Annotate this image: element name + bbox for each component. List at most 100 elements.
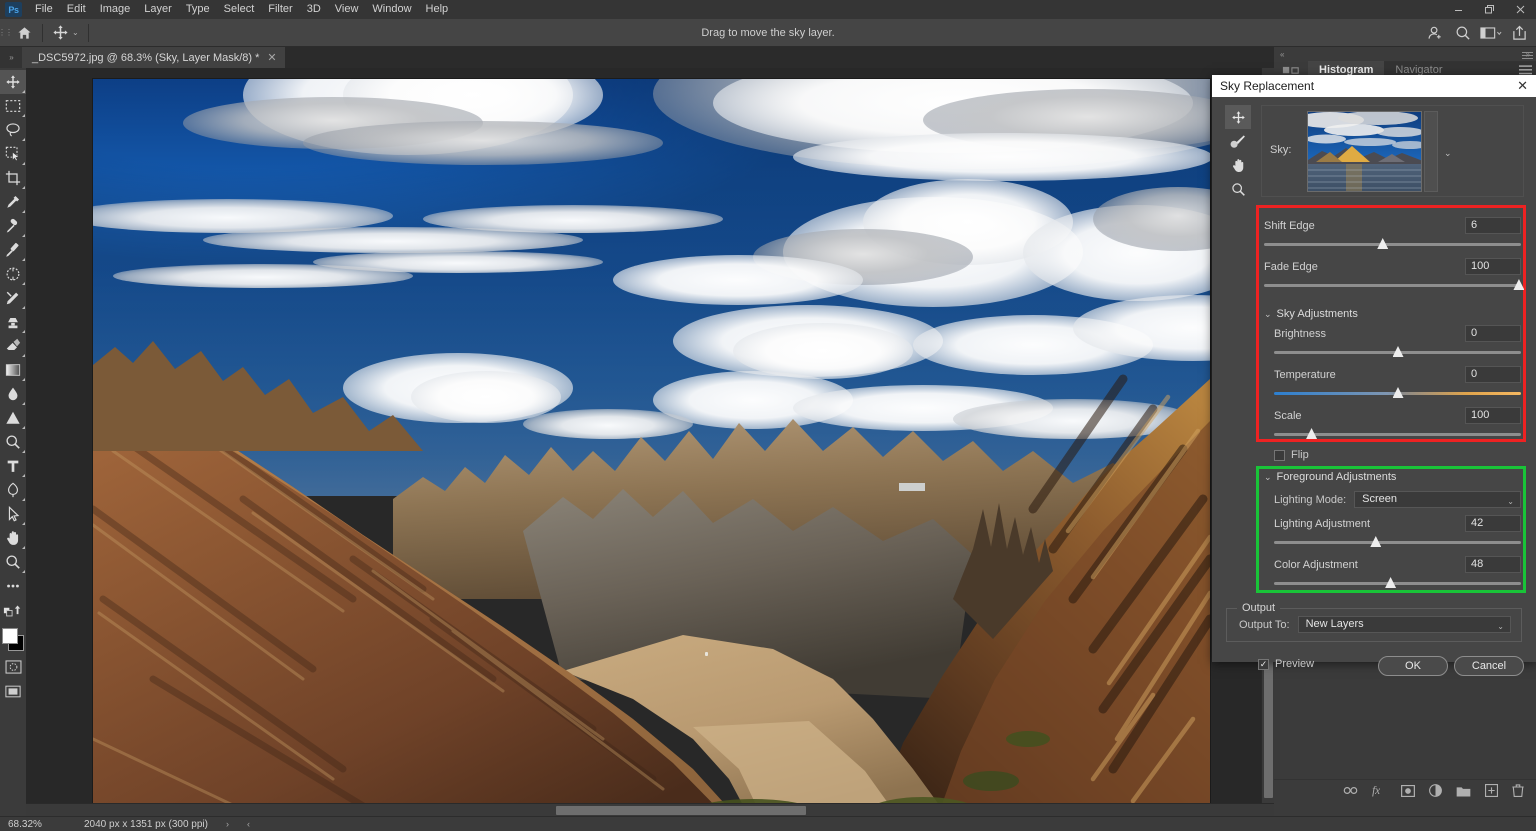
sky-move-tool[interactable] (1225, 105, 1251, 129)
restore-button[interactable] (1474, 0, 1505, 19)
sidebar-item-dodge-tool[interactable] (0, 406, 26, 430)
dock-collapse-bar[interactable]: « » (1274, 47, 1536, 61)
sidebar-item-path-selection-tool[interactable] (0, 502, 26, 526)
document-tab[interactable]: _DSC5972.jpg @ 68.3% (Sky, Layer Mask/8)… (22, 47, 286, 68)
sidebar-item-gradient-tool[interactable] (0, 358, 26, 382)
foreground-adjustments-chevron-icon[interactable]: ⌄ (1264, 472, 1272, 483)
shift-edge-value[interactable]: 6 (1465, 217, 1521, 234)
sidebar-item-patch-tool[interactable] (0, 262, 26, 286)
sky-preset-thumbnail[interactable] (1307, 111, 1422, 192)
default-colors-and-swap[interactable] (0, 598, 26, 622)
status-expand-caret-icon[interactable]: › (208, 819, 229, 829)
workspace-switcher-icon[interactable] (1478, 21, 1504, 45)
preview-row[interactable]: ✓ Preview (1258, 658, 1314, 670)
home-button[interactable] (10, 19, 38, 47)
menu-image[interactable]: Image (93, 0, 138, 19)
menu-view[interactable]: View (328, 0, 366, 19)
sky-adjustments-header[interactable]: ⌄ Sky Adjustments (1264, 308, 1521, 320)
document-canvas[interactable] (93, 79, 1210, 824)
lighting-adjustment-value[interactable]: 42 (1465, 515, 1521, 532)
screen-mode-button[interactable] (0, 679, 26, 703)
menu-select[interactable]: Select (217, 0, 262, 19)
temperature-slider[interactable] (1274, 386, 1521, 401)
canvas-horizontal-scrollbar[interactable] (26, 803, 1274, 816)
scale-value[interactable]: 100 (1465, 407, 1521, 424)
sidebar-item-clone-stamp-tool[interactable] (0, 310, 26, 334)
menu-file[interactable]: File (28, 0, 60, 19)
canvas-area[interactable] (26, 68, 1274, 816)
foreground-adjustments-header[interactable]: ⌄ Foreground Adjustments (1264, 471, 1521, 483)
sidebar-item-object-selection-tool[interactable] (0, 142, 26, 166)
sidebar-item-eraser-tool[interactable] (0, 334, 26, 358)
ok-button[interactable]: OK (1378, 656, 1448, 676)
sidebar-item-marquee-tool[interactable] (0, 94, 26, 118)
options-bar-grip[interactable]: ⋮⋮ (0, 19, 10, 47)
sky-preset-caret-icon[interactable]: ⌄ (1444, 148, 1452, 159)
menu-layer[interactable]: Layer (137, 0, 179, 19)
search-icon[interactable] (1450, 21, 1476, 45)
sidebar-item-lasso-tool[interactable] (0, 118, 26, 142)
output-to-select[interactable]: New Layers ⌄ (1298, 616, 1511, 633)
share-user-icon[interactable] (1422, 21, 1448, 45)
menu-edit[interactable]: Edit (60, 0, 93, 19)
sidebar-item-zoom-tool[interactable] (0, 550, 26, 574)
sky-preset-scrollbar[interactable] (1424, 111, 1438, 192)
temperature-value[interactable]: 0 (1465, 366, 1521, 383)
collapse-left-icon[interactable]: « (1280, 50, 1284, 59)
new-layer-icon[interactable] (1485, 784, 1498, 797)
fade-edge-value[interactable]: 100 (1465, 258, 1521, 275)
document-tab-close-icon[interactable]: ✕ (267, 51, 276, 64)
sidebar-item-crop-tool[interactable] (0, 166, 26, 190)
lighting-adjustment-slider[interactable] (1274, 535, 1521, 550)
status-prev-arrow-icon[interactable]: ‹ (229, 819, 250, 829)
sidebar-item-eyedropper-tool[interactable] (0, 190, 26, 214)
foreground-color-swatch[interactable] (2, 628, 18, 644)
sky-adjustments-chevron-icon[interactable]: ⌄ (1264, 309, 1272, 320)
new-group-icon[interactable] (1456, 785, 1471, 797)
quick-mask-button[interactable] (0, 655, 26, 679)
sky-dialog-close-icon[interactable]: ✕ (1517, 78, 1528, 94)
menu-type[interactable]: Type (179, 0, 217, 19)
flip-row[interactable]: Flip (1274, 449, 1309, 461)
adjustment-layer-icon[interactable] (1429, 784, 1442, 797)
sidebar-item-move-tool[interactable] (0, 70, 26, 94)
sky-brush-tool[interactable] (1225, 129, 1251, 153)
preview-checkbox[interactable]: ✓ (1258, 659, 1269, 670)
cancel-button[interactable]: Cancel (1454, 656, 1524, 676)
fade-edge-slider[interactable] (1264, 278, 1521, 293)
canvas-horizontal-scroll-thumb[interactable] (556, 806, 806, 815)
sidebar-item-type-tool[interactable] (0, 454, 26, 478)
sidebar-item-burn-tool[interactable] (0, 430, 26, 454)
menu-window[interactable]: Window (365, 0, 418, 19)
tab-bar-grip[interactable]: » (0, 47, 22, 68)
brightness-slider[interactable] (1274, 345, 1521, 360)
lighting-mode-caret-icon[interactable]: ⌄ (1507, 494, 1514, 509)
shift-edge-slider[interactable] (1264, 237, 1521, 252)
active-tool-preset[interactable]: ⌄ (47, 21, 84, 45)
color-swatches[interactable] (0, 625, 26, 655)
scale-slider[interactable] (1274, 427, 1521, 442)
sky-hand-tool[interactable] (1225, 153, 1251, 177)
sidebar-item-edit-toolbar[interactable] (0, 574, 26, 598)
output-to-caret-icon[interactable]: ⌄ (1497, 619, 1504, 634)
sidebar-item-pen-tool[interactable] (0, 478, 26, 502)
sidebar-item-history-brush-tool[interactable] (0, 286, 26, 310)
menu-3d[interactable]: 3D (300, 0, 328, 19)
minimize-button[interactable] (1443, 0, 1474, 19)
sidebar-item-blur-tool[interactable] (0, 382, 26, 406)
add-layer-mask-icon[interactable] (1401, 785, 1415, 797)
close-button[interactable] (1505, 0, 1536, 19)
lighting-mode-select[interactable]: Screen ⌄ (1354, 491, 1521, 508)
sidebar-item-spot-healing-tool[interactable] (0, 214, 26, 238)
tool-preset-caret[interactable]: ⌄ (72, 28, 79, 37)
link-layers-icon[interactable] (1343, 786, 1358, 795)
export-icon[interactable] (1506, 21, 1532, 45)
panel-rail-grip-top[interactable] (1522, 52, 1533, 61)
layer-style-fx-icon[interactable]: fx (1372, 784, 1387, 797)
sidebar-item-hand-tool[interactable] (0, 526, 26, 550)
color-adjustment-slider[interactable] (1274, 576, 1521, 591)
delete-layer-icon[interactable] (1512, 784, 1524, 797)
sky-zoom-tool[interactable] (1225, 177, 1251, 201)
menu-filter[interactable]: Filter (261, 0, 299, 19)
brightness-value[interactable]: 0 (1465, 325, 1521, 342)
